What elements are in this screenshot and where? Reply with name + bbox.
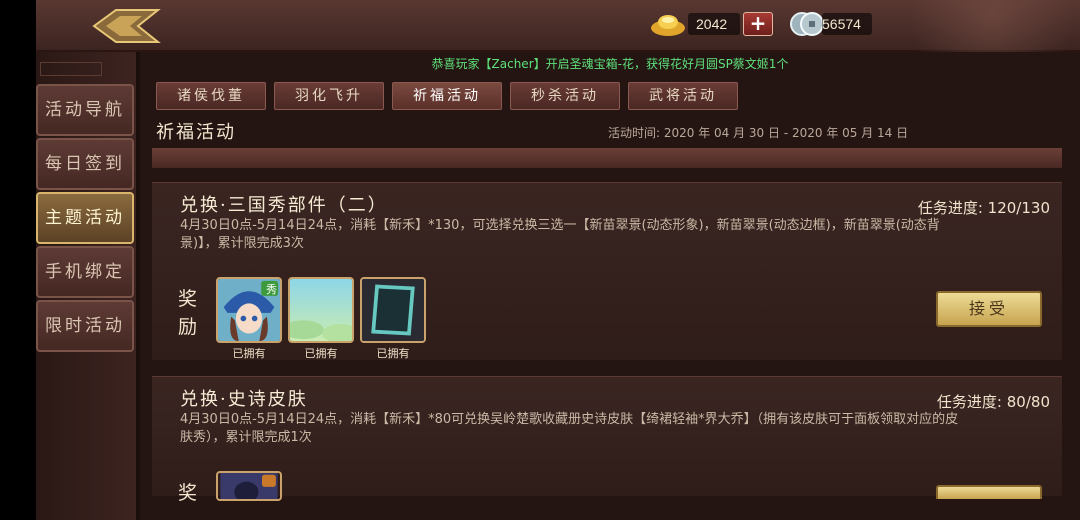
task-card: 兑换·史诗皮肤 任务进度: 80/80 4月30日0点-5月14日24点，消耗【… [152, 376, 1062, 504]
background-scene-icon [290, 279, 352, 341]
task-progress: 任务进度: 120/130 [918, 197, 1050, 218]
show-badge: 秀 [266, 283, 277, 296]
progress-label: 任务进度: [936, 393, 1002, 411]
accept-button[interactable]: 接受 [936, 291, 1042, 327]
task-title: 兑换·史诗皮肤 [180, 389, 308, 410]
progress-value: 120/130 [987, 199, 1050, 217]
reward-label: 奖励 [178, 288, 198, 338]
tab-qifu[interactable]: 祈福活动 [392, 82, 502, 110]
progress-value: 80/80 [1006, 393, 1050, 411]
divider-strip [152, 148, 1062, 168]
owned-label: 已拥有 [232, 347, 266, 360]
reward-item[interactable] [288, 277, 354, 343]
reward-item[interactable] [216, 471, 282, 501]
sidebar-item-limited-activity[interactable]: 限时活动 [36, 300, 134, 352]
reward-item[interactable]: 秀 [216, 277, 282, 343]
tab-yuhua[interactable]: 羽化飞升 [274, 82, 384, 110]
reward-label: 奖 [178, 482, 198, 504]
game-screen: 2042 + 56574 活动导航 每日签到 主题活动 手机绑定 限时活动 恭喜… [0, 0, 1080, 520]
sidebar-item-daily-signin[interactable]: 每日签到 [36, 138, 134, 190]
sidebar-ornament [40, 62, 102, 76]
task-description: 4月30日0点-5月14日24点，消耗【新禾】*80可兑换吴岭楚歌收藏册史诗皮肤… [180, 412, 959, 445]
task-progress: 任务进度: 80/80 [937, 391, 1050, 412]
hero-portrait-icon [220, 473, 278, 499]
content-panel: 恭喜玩家【Zacher】开启圣魂宝箱-花，获得花好月圆SP蔡文姬1个 诸侯伐董 … [140, 52, 1080, 520]
gold-amount: 2042 [688, 13, 740, 35]
task-description: 4月30日0点-5月14日24点，消耗【新禾】*130，可选择兑换三选一【新苗翠… [180, 218, 940, 251]
sidebar-item-theme-activity[interactable]: 主题活动 [36, 192, 134, 244]
tab-zhuhou[interactable]: 诸侯伐董 [156, 82, 266, 110]
reward-item[interactable] [360, 277, 426, 343]
progress-label: 任务进度: [917, 199, 983, 217]
tab-wujiang[interactable]: 武将活动 [628, 82, 738, 110]
tab-miaosha[interactable]: 秒杀活动 [510, 82, 620, 110]
top-bar [36, 0, 1080, 52]
frame-border-icon [362, 279, 424, 341]
announcement-marquee: 恭喜玩家【Zacher】开启圣魂宝箱-花，获得花好月圆SP蔡文姬1个 [431, 57, 789, 71]
task-title: 兑换·三国秀部件（二） [180, 195, 388, 216]
sidebar-item-phone-binding[interactable]: 手机绑定 [36, 246, 134, 298]
accept-button[interactable] [936, 485, 1042, 499]
gold-ingot-icon [651, 15, 685, 36]
screen-edge [0, 0, 36, 520]
coin-amount: 56574 [822, 13, 872, 35]
task-card: 兑换·三国秀部件（二） 任务进度: 120/130 4月30日0点-5月14日2… [152, 182, 1062, 360]
owned-label: 已拥有 [304, 347, 338, 360]
section-title: 祈福活动 [156, 122, 236, 143]
activity-time: 活动时间: 2020 年 04 月 30 日 - 2020 年 05 月 14 … [608, 126, 909, 140]
sidebar-item-activity-nav[interactable]: 活动导航 [36, 84, 134, 136]
add-gold-button[interactable]: + [743, 12, 773, 36]
owned-label: 已拥有 [376, 347, 410, 360]
back-arrow-icon [92, 9, 161, 43]
back-button[interactable] [90, 6, 162, 46]
